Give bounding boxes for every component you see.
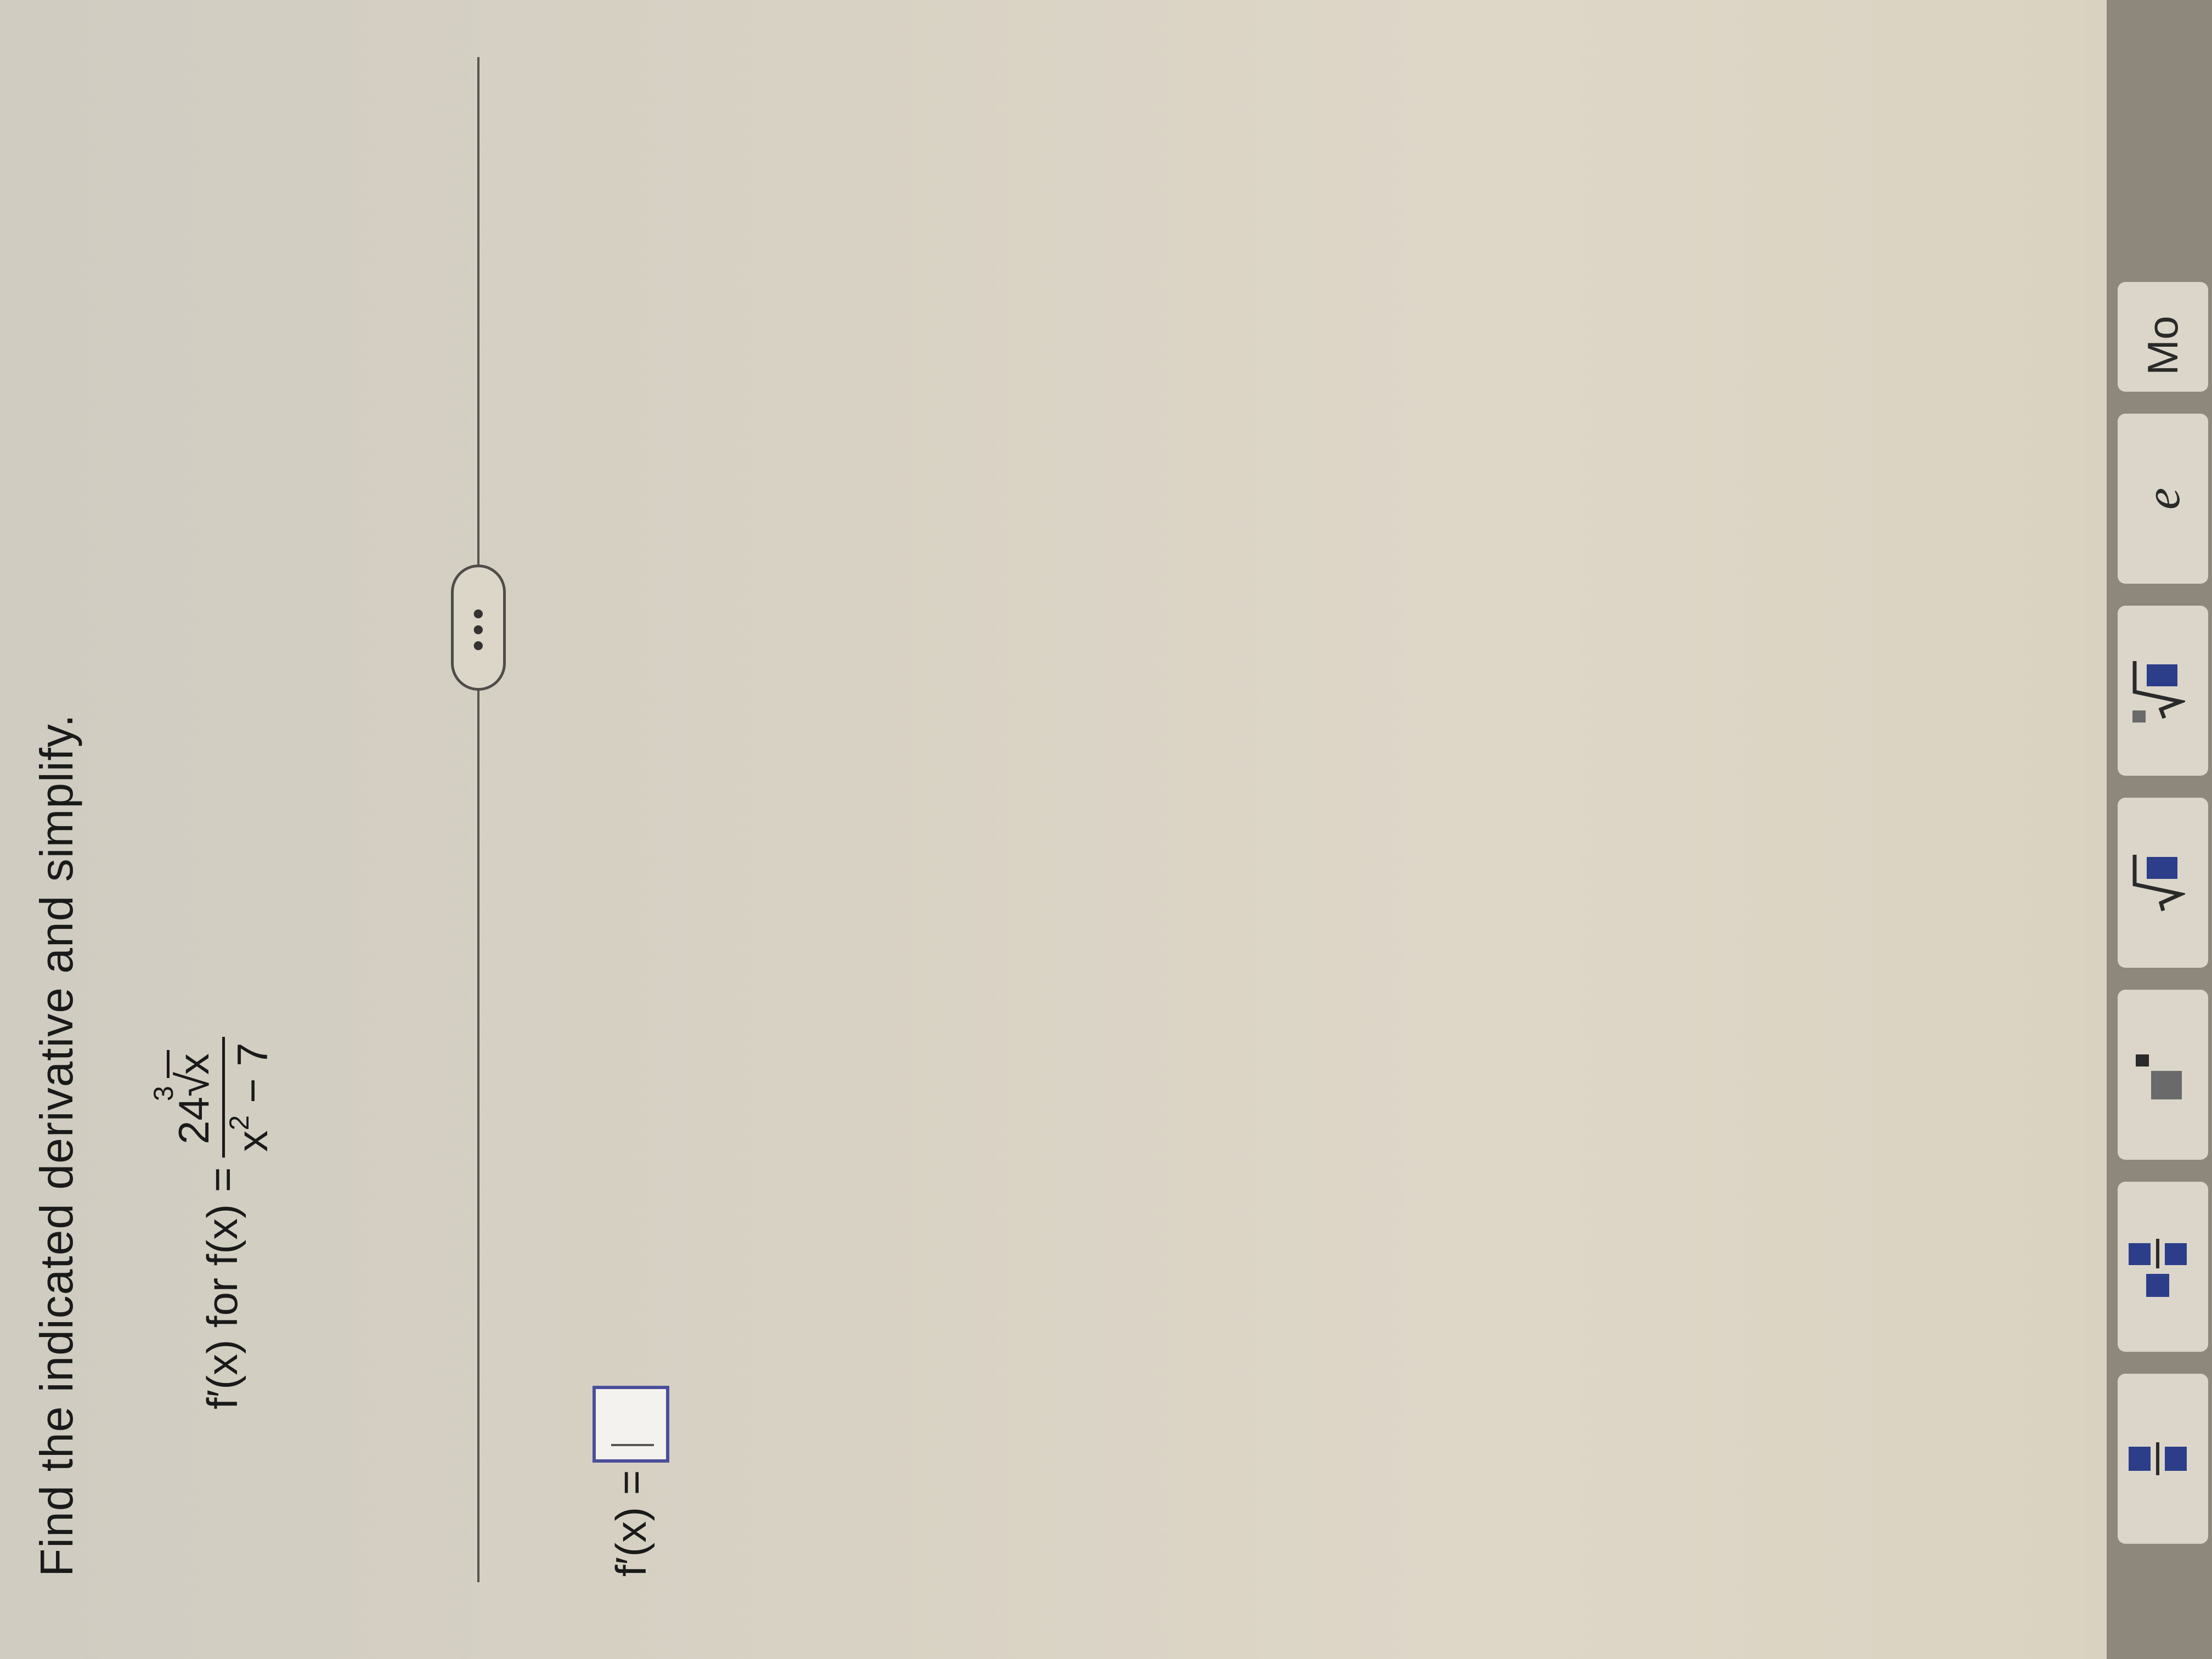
- e-constant: e: [2136, 488, 2190, 510]
- fraction-numerator: 24 3 √ x: [148, 1037, 225, 1158]
- square-root-button[interactable]: [2118, 798, 2208, 968]
- answer-row: f′(x) =: [592, 1385, 669, 1577]
- denominator-base: x: [228, 1130, 276, 1152]
- screen: Find the indicated derivative and simpli…: [0, 0, 2212, 1659]
- answer-input[interactable]: [592, 1385, 669, 1463]
- nth-root-icon: [2130, 658, 2196, 724]
- exponent-icon: [2130, 1050, 2196, 1099]
- problem-statement: f′(x) for f(x) = 24 3 √ x x2 − 7: [148, 1037, 291, 1409]
- mixed-number-button[interactable]: [2118, 1182, 2208, 1352]
- nth-root-button[interactable]: [2118, 606, 2208, 776]
- question-page: Find the indicated derivative and simpli…: [0, 0, 2085, 1659]
- problem-prefix: f′(x) for f(x) =: [198, 1167, 246, 1409]
- question-instruction: Find the indicated derivative and simpli…: [31, 714, 82, 1577]
- denominator-constant: − 7: [228, 1042, 276, 1115]
- function-fraction: 24 3 √ x x2 − 7: [148, 1037, 278, 1158]
- answer-label: f′(x) =: [606, 1470, 655, 1577]
- fraction-icon: [2128, 1442, 2198, 1475]
- exponent-button[interactable]: [2118, 990, 2208, 1160]
- fraction-button[interactable]: [2118, 1374, 2208, 1544]
- photo-background: Find the indicated derivative and simpli…: [0, 0, 2212, 1659]
- mixed-number-icon: [2128, 1237, 2198, 1297]
- cube-root: 3 √ x: [148, 1050, 219, 1101]
- denominator-exponent: 2: [224, 1115, 255, 1131]
- fraction-denominator: x2 − 7: [224, 1037, 278, 1157]
- e-constant-button[interactable]: e: [2118, 414, 2208, 584]
- expand-button[interactable]: •••: [451, 565, 506, 691]
- numerator-coefficient: 24: [170, 1097, 218, 1144]
- square-root-icon: [2130, 853, 2196, 913]
- more-toolbar-label: Mo: [2138, 315, 2187, 375]
- radical-sign-icon: √: [168, 1072, 219, 1097]
- divider: [477, 57, 479, 1582]
- more-toolbar-button[interactable]: Mo: [2118, 282, 2208, 392]
